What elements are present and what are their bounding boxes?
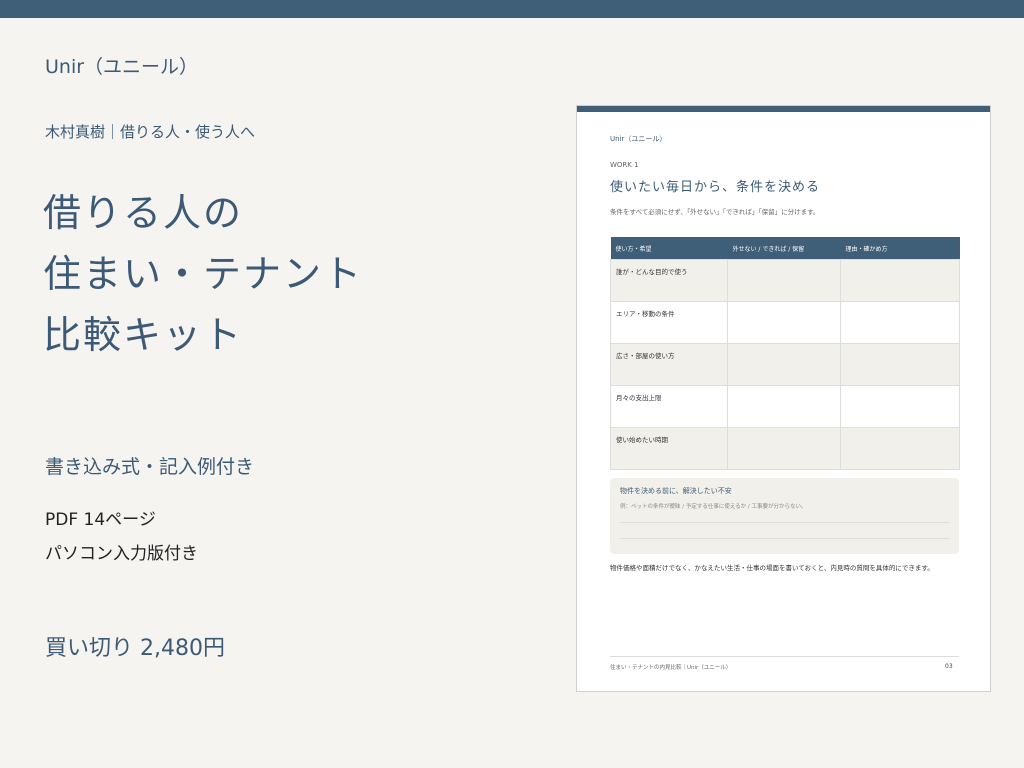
- table-cell: [840, 427, 960, 470]
- table-row: 月々の支出上限: [610, 385, 960, 428]
- preview-work-label: WORK 1: [610, 161, 639, 169]
- preview-heading: 使いたい毎日から、条件を決める: [610, 180, 821, 195]
- row-label: 月々の支出上限: [610, 385, 728, 428]
- table-cell: [840, 301, 960, 344]
- page-preview: Unir（ユニール） WORK 1 使いたい毎日から、条件を決める 条件をすべて…: [576, 105, 991, 692]
- concern-box-title: 物件を決める前に、解決したい不安: [620, 487, 732, 495]
- table-row: 使い始めたい時期: [610, 427, 960, 470]
- row-label: 広さ・部屋の使い方: [610, 343, 728, 386]
- table-cell: [727, 385, 841, 428]
- table-cell: [727, 427, 841, 470]
- table-cell: [727, 259, 841, 302]
- table-cell: [840, 385, 960, 428]
- table-cell: [840, 343, 960, 386]
- preview-table: 使い方・希望 外せない / できれば / 保留 理由・確かめ方 誰が・どんな目的…: [610, 237, 960, 470]
- row-label: 使い始めたい時期: [610, 427, 728, 470]
- product-title: 借りる人の 住まい・テナント 比較キット: [43, 183, 363, 366]
- top-accent-bar: [0, 0, 1024, 18]
- col-header: 使い方・希望: [610, 237, 728, 260]
- concern-box-example: 例：ペットの条件が曖昧 / 予定する仕事に使えるか / 工事要が分からない。: [620, 504, 807, 510]
- preview-note: 物件価格や面積だけでなく、かなえたい生活・仕事の場面を書いておくと、内見時の質問…: [610, 564, 934, 572]
- author-line: 木村真樹｜借りる人・使う人へ: [45, 123, 256, 141]
- preview-top-bar: [577, 106, 990, 112]
- preview-subtext: 条件をすべて必須にせず、「外せない」「できれば」「保留」に分けます。: [610, 208, 820, 216]
- preview-brand: Unir（ユニール）: [610, 135, 667, 143]
- concern-box: 物件を決める前に、解決したい不安 例：ペットの条件が曖昧 / 予定する仕事に使え…: [610, 478, 959, 554]
- table-cell: [840, 259, 960, 302]
- col-header: 外せない / できれば / 保留: [727, 237, 841, 260]
- table-cell: [727, 343, 841, 386]
- table-row: エリア・移動の条件: [610, 301, 960, 344]
- footer-divider: [610, 656, 959, 657]
- feature-text: 書き込み式・記入例付き: [45, 456, 255, 478]
- col-header: 理由・確かめ方: [840, 237, 960, 260]
- price: 買い切り 2,480円: [45, 636, 225, 661]
- title-line-3: 比較キット: [43, 313, 244, 357]
- table-cell: [727, 301, 841, 344]
- title-line-2: 住まい・テナント: [43, 252, 364, 296]
- row-label: エリア・移動の条件: [610, 301, 728, 344]
- write-line: [620, 522, 949, 523]
- pdf-info: PDF 14ページ パソコン入力版付き: [45, 503, 198, 571]
- preview-page-number: 03: [945, 663, 953, 670]
- table-row: 広さ・部屋の使い方: [610, 343, 960, 386]
- pc-version-note: パソコン入力版付き: [45, 544, 198, 564]
- preview-footer: 住まい・テナントの内見比較｜Unir（ユニール）: [610, 665, 732, 671]
- brand-name: Unir（ユニール）: [45, 56, 199, 78]
- table-row: 誰が・どんな目的で使う: [610, 259, 960, 302]
- write-line: [620, 538, 949, 539]
- page-count: PDF 14ページ: [45, 510, 156, 530]
- title-line-1: 借りる人の: [43, 191, 244, 235]
- table-header-row: 使い方・希望 外せない / できれば / 保留 理由・確かめ方: [610, 237, 960, 260]
- row-label: 誰が・どんな目的で使う: [610, 259, 728, 302]
